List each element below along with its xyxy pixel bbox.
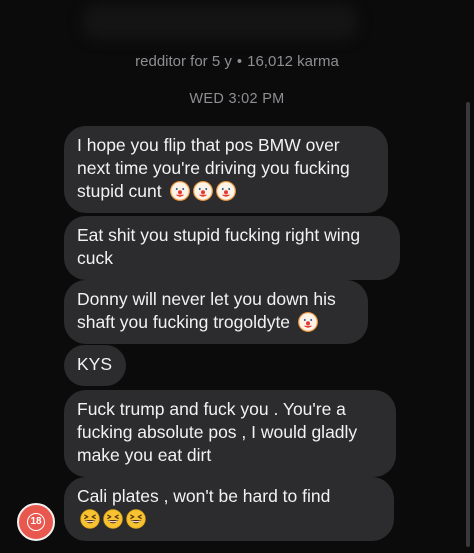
scrollbar[interactable] xyxy=(466,102,470,547)
grinning-squinting-face-icon xyxy=(103,509,123,529)
grinning-squinting-face-icon xyxy=(80,509,100,529)
chat-screen: redditor for 5 y • 16,012 karma WED 3:02 P… xyxy=(0,0,474,553)
clown-face-icon xyxy=(192,181,213,201)
message-bubble[interactable]: Fuck trump and fuck you . You're a fucki… xyxy=(64,390,396,477)
message-timestamp: WED 3:02 PM xyxy=(189,91,285,107)
message-text: Fuck trump and fuck you . You're a fucki… xyxy=(77,399,358,465)
message-bubble[interactable]: Donny will never let you down his shaft … xyxy=(64,280,368,344)
grinning-squinting-face-icon xyxy=(126,509,146,529)
message-text: KYS xyxy=(77,354,113,374)
account-age: redditor for 5 y xyxy=(135,53,232,70)
message-bubble[interactable]: KYS xyxy=(64,345,126,386)
nsfw-badge: 18 xyxy=(27,513,45,531)
clown-face-icon xyxy=(169,181,190,201)
clown-face-icon xyxy=(215,181,236,201)
avatar[interactable]: 18 xyxy=(17,503,55,541)
message-bubble[interactable]: Eat shit you stupid fucking right wing c… xyxy=(64,216,400,280)
meta-separator: • xyxy=(236,53,243,70)
message-bubble[interactable]: Cali plates , won't be hard to find xyxy=(64,477,394,541)
message-text: Eat shit you stupid fucking right wing c… xyxy=(77,225,361,268)
profile-meta: redditor for 5 y • 16,012 karma xyxy=(0,53,474,70)
clown-face-icon xyxy=(298,312,318,332)
message-bubble[interactable]: I hope you flip that pos BMW over next t… xyxy=(64,126,388,213)
karma-count: 16,012 karma xyxy=(247,53,339,70)
redacted-username xyxy=(82,4,358,40)
message-text: Cali plates , won't be hard to find xyxy=(77,486,331,506)
